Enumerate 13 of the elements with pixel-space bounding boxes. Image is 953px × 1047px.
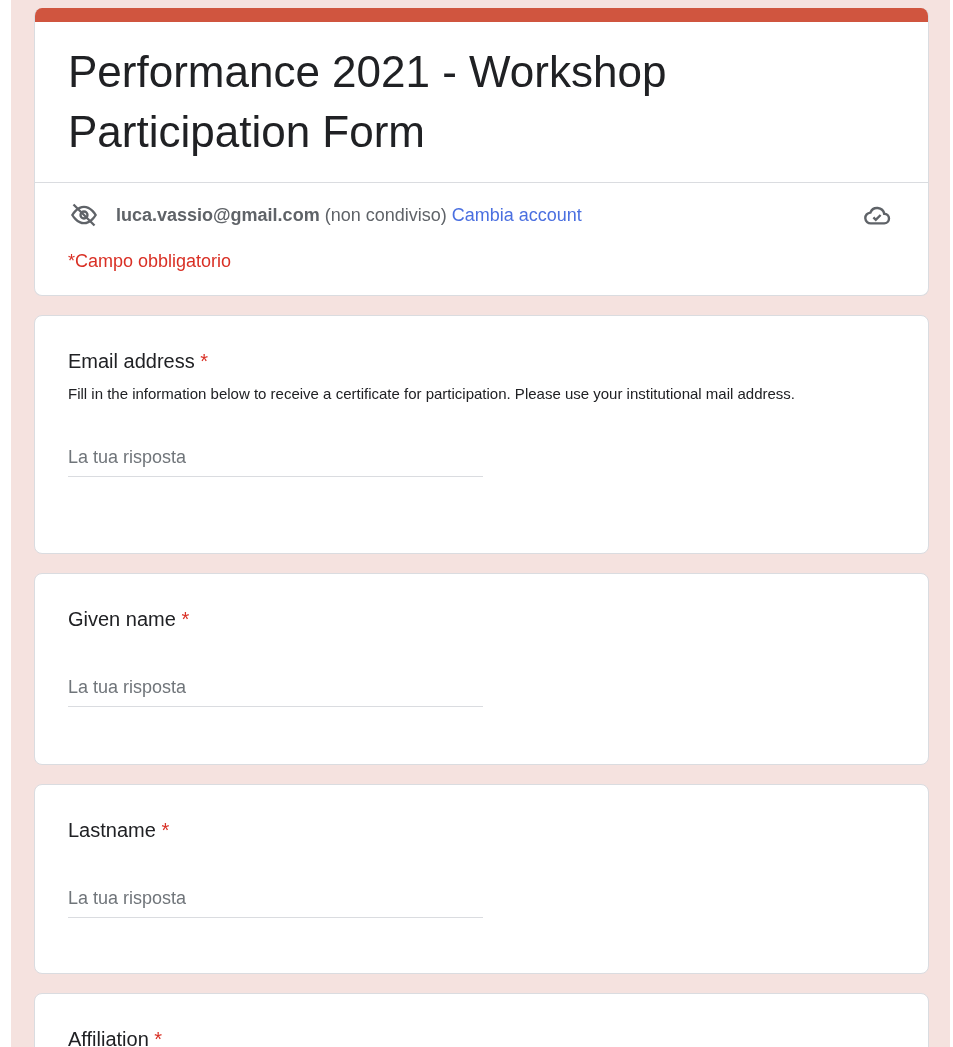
question-label: Affiliation * <box>68 1028 164 1047</box>
required-note: *Campo obbligatorio <box>67 250 233 272</box>
answer-field[interactable]: La tua risposta <box>68 441 483 477</box>
question-description: Fill in the information below to receive a certificate for participation. Please use your institutional mail address. <box>68 384 797 404</box>
question-label: Given name * <box>68 608 191 631</box>
answer-field[interactable]: La tua risposta <box>68 671 483 707</box>
switch-account-link[interactable]: Cambia account <box>451 204 582 225</box>
question-label: Email address * <box>68 350 210 373</box>
account-info: luca.vassio@gmail.com (non condiviso) Cambia account <box>116 204 583 226</box>
answer-field[interactable]: La tua risposta <box>68 882 483 918</box>
question-label: Lastname * <box>68 819 171 842</box>
form-title: Performance 2021 - Workshop Participation Form <box>35 22 928 183</box>
eye-off-icon <box>68 201 100 229</box>
